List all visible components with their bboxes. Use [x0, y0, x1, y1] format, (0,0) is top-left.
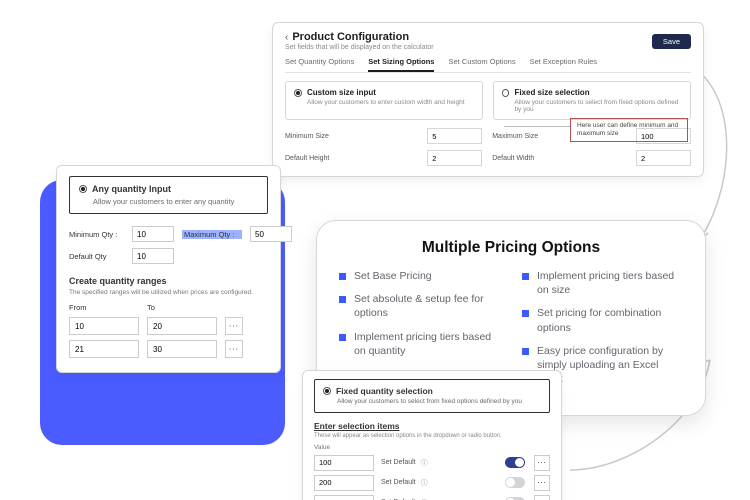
default-width-input[interactable]	[636, 150, 691, 166]
any-quantity-title: Any quantity Input	[92, 184, 171, 194]
list-item: Set pricing for combination options	[537, 306, 683, 334]
pricing-options-title: Multiple Pricing Options	[339, 239, 683, 257]
selection-value-input[interactable]	[314, 495, 374, 500]
radio-icon[interactable]	[502, 89, 509, 97]
tab-exception-rules[interactable]: Set Exception Rules	[530, 57, 598, 72]
bullet-icon	[339, 334, 346, 341]
more-icon[interactable]: ⋯	[534, 495, 550, 500]
more-icon[interactable]: ⋯	[534, 455, 550, 471]
list-item: Implement pricing tiers based on quantit…	[354, 330, 500, 358]
option-custom-size[interactable]: Custom size input Allow your customers t…	[285, 81, 483, 120]
range-row: ⋯	[69, 317, 268, 335]
min-qty-label: Minimum Qty :	[69, 230, 124, 239]
radio-icon[interactable]	[79, 185, 87, 193]
range-from-input[interactable]	[69, 340, 139, 358]
max-qty-input[interactable]	[250, 226, 292, 242]
option-fixed-size[interactable]: Fixed size selection Allow your customer…	[493, 81, 691, 120]
default-qty-input[interactable]	[132, 248, 174, 264]
page-subtitle: Set fields that will be displayed on the…	[285, 44, 434, 51]
any-quantity-panel: Any quantity Input Allow your customers …	[56, 165, 281, 373]
from-header: From	[69, 303, 139, 312]
default-qty-label: Default Qty	[69, 252, 124, 261]
to-header: To	[147, 303, 217, 312]
page-title: Product Configuration	[292, 31, 409, 43]
range-to-input[interactable]	[147, 340, 217, 358]
fixed-quantity-title: Fixed quantity selection	[336, 386, 433, 396]
fixed-quantity-subtitle: Allow your customers to select from fixe…	[337, 398, 541, 406]
range-from-input[interactable]	[69, 317, 139, 335]
enter-items-heading: Enter selection items	[314, 421, 550, 431]
list-item: Set absolute & setup fee for options	[354, 292, 500, 320]
selection-row: Set Defaultⓘ ⋯	[314, 495, 550, 500]
selection-value-input[interactable]	[314, 455, 374, 471]
size-callout: Here user can define minimum and maximum…	[570, 118, 688, 142]
fixed-quantity-panel: Fixed quantity selection Allow your cust…	[302, 370, 562, 500]
list-item: Implement pricing tiers based on size	[537, 269, 683, 297]
save-button[interactable]: Save	[652, 34, 691, 49]
bullet-icon	[339, 273, 346, 280]
product-configuration-panel: ‹ Product Configuration Set fields that …	[272, 22, 704, 177]
range-row: ⋯	[69, 340, 268, 358]
tab-quantity-options[interactable]: Set Quantity Options	[285, 57, 354, 72]
enter-items-help: These will appear as selection options i…	[314, 433, 550, 439]
list-item: Set Base Pricing	[354, 269, 432, 283]
set-default-label: Set Default	[381, 479, 416, 486]
back-caret-icon[interactable]: ‹	[285, 32, 288, 43]
min-size-label: Minimum Size	[285, 133, 417, 140]
create-ranges-heading: Create quantity ranges	[69, 276, 268, 286]
range-to-input[interactable]	[147, 317, 217, 335]
radio-icon[interactable]	[323, 387, 331, 395]
default-width-label: Default Width	[492, 155, 626, 162]
bullet-icon	[339, 296, 346, 303]
default-height-input[interactable]	[427, 150, 482, 166]
min-qty-input[interactable]	[132, 226, 174, 242]
min-size-input[interactable]	[427, 128, 482, 144]
set-default-toggle[interactable]	[505, 457, 525, 468]
any-quantity-subtitle: Allow your customers to enter any quanti…	[93, 197, 258, 206]
tab-sizing-options[interactable]: Set Sizing Options	[368, 57, 434, 72]
more-icon[interactable]: ⋯	[225, 340, 243, 358]
selection-row: Set Defaultⓘ ⋯	[314, 475, 550, 491]
value-header: Value	[314, 444, 550, 451]
bullet-icon	[522, 348, 529, 355]
radio-icon[interactable]	[294, 89, 302, 97]
set-default-label: Set Default	[381, 459, 416, 466]
default-height-label: Default Height	[285, 155, 417, 162]
create-ranges-help: The specified ranges will be utilized wh…	[69, 289, 268, 296]
more-icon[interactable]: ⋯	[225, 317, 243, 335]
option-title: Custom size input	[307, 88, 465, 97]
max-qty-label: Maximum Qty :	[182, 230, 242, 239]
bullet-icon	[522, 273, 529, 280]
option-subtitle: Allow your customers to select from fixe…	[514, 99, 682, 113]
selection-row: Set Defaultⓘ ⋯	[314, 455, 550, 471]
set-default-toggle[interactable]	[505, 477, 525, 488]
more-icon[interactable]: ⋯	[534, 475, 550, 491]
option-title: Fixed size selection	[514, 88, 682, 97]
option-subtitle: Allow your customers to enter custom wid…	[307, 99, 465, 106]
bullet-icon	[522, 310, 529, 317]
tab-custom-options[interactable]: Set Custom Options	[448, 57, 515, 72]
selection-value-input[interactable]	[314, 475, 374, 491]
